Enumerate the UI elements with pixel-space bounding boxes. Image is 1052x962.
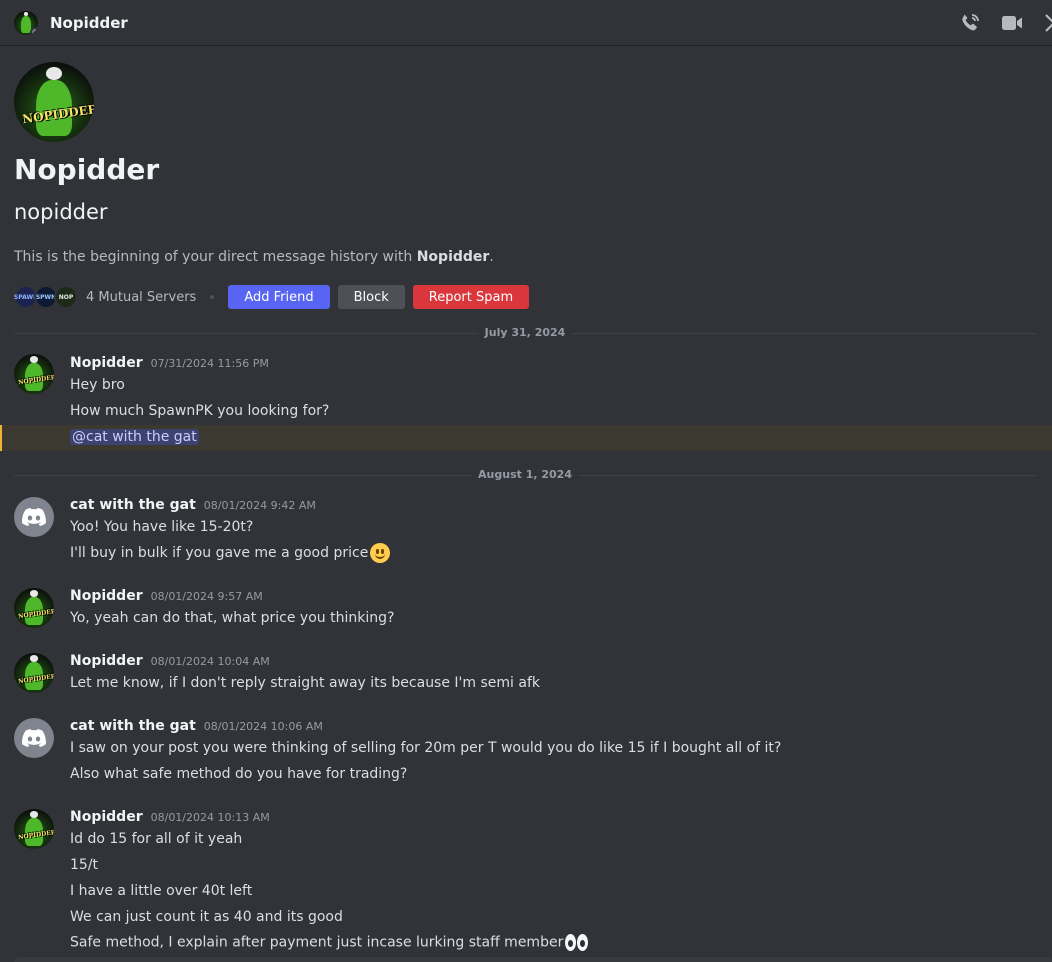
profile-intro: NOPIDDER	[14, 62, 94, 142]
message-text: How much SpawnPK you looking for?	[70, 403, 330, 419]
message-timestamp: 08/01/2024 9:57 AM	[150, 590, 263, 603]
header-avatar[interactable]	[14, 10, 38, 35]
block-button[interactable]: Block	[337, 285, 405, 309]
message-text: Id do 15 for all of it yeah	[70, 831, 243, 847]
eyes-emoji-icon	[565, 934, 589, 951]
message-header: cat with the gat 08/01/2024 9:42 AM	[70, 497, 316, 513]
message-header: Nopidder 08/01/2024 9:57 AM	[70, 588, 263, 604]
message-text: I saw on your post you were thinking of …	[70, 740, 782, 756]
author-avatar[interactable]: NOPIDDER	[14, 653, 54, 693]
author-name[interactable]: cat with the gat	[70, 718, 196, 734]
offline-status-icon	[30, 26, 38, 35]
discord-logo-icon	[22, 729, 46, 747]
author-name[interactable]: Nopidder	[70, 809, 143, 825]
message-text: Safe method, I explain after payment jus…	[70, 934, 589, 951]
message-header: Nopidder 08/01/2024 10:04 AM	[70, 653, 270, 669]
mutual-servers-row: SPAWN SPWN NOP 4 Mutual Servers Add Frie…	[14, 285, 537, 309]
author-avatar[interactable]	[14, 718, 54, 758]
message-timestamp: 08/01/2024 10:06 AM	[203, 720, 323, 733]
intro-description: This is the beginning of your direct mes…	[14, 249, 494, 265]
message-text: Yoo! You have like 15-20t?	[70, 519, 254, 535]
author-avatar[interactable]: NOPIDDER	[14, 588, 54, 628]
author-name[interactable]: cat with the gat	[70, 497, 196, 513]
author-avatar[interactable]	[14, 497, 54, 537]
report-spam-button[interactable]: Report Spam	[412, 285, 530, 309]
message-text: @cat with the gat	[70, 429, 199, 445]
profile-avatar[interactable]: NOPIDDER	[14, 62, 94, 142]
channel-header: Nopidder	[0, 0, 1052, 46]
message-text: Hey bro	[70, 377, 125, 393]
message-timestamp: 08/01/2024 9:42 AM	[203, 499, 316, 512]
channel-title: Nopidder	[50, 13, 128, 32]
add-friend-button[interactable]: Add Friend	[228, 285, 330, 309]
message-text: I'll buy in bulk if you gave me a good p…	[70, 543, 391, 563]
discord-logo-icon	[22, 508, 46, 526]
message-input-edge[interactable]	[14, 957, 1052, 962]
author-name[interactable]: Nopidder	[70, 653, 143, 669]
message-header: Nopidder 08/01/2024 10:13 AM	[70, 809, 270, 825]
user-mention[interactable]: @cat with the gat	[70, 429, 199, 445]
author-name[interactable]: Nopidder	[70, 588, 143, 604]
slightly-smiling-face-icon	[370, 543, 391, 563]
message-text: We can just count it as 40 and its good	[70, 909, 343, 925]
mutual-servers-link[interactable]: 4 Mutual Servers	[86, 290, 196, 305]
message-text: 15/t	[70, 857, 99, 873]
author-avatar[interactable]: NOPIDDER	[14, 809, 54, 849]
message-timestamp: 07/31/2024 11:56 PM	[150, 357, 269, 370]
message-text: Also what safe method do you have for tr…	[70, 766, 408, 782]
message-text: I have a little over 40t left	[70, 883, 253, 899]
author-name[interactable]: Nopidder	[70, 355, 143, 371]
message-header: Nopidder 07/31/2024 11:56 PM	[70, 355, 269, 371]
separator-dot	[210, 295, 215, 299]
message-header: cat with the gat 08/01/2024 10:06 AM	[70, 718, 323, 734]
profile-username: nopidder	[14, 200, 108, 224]
video-call-icon[interactable]	[1000, 11, 1024, 35]
server-icon: NOP	[54, 285, 78, 309]
profile-display-name: Nopidder	[14, 153, 160, 186]
author-avatar[interactable]: NOPIDDER	[14, 354, 54, 394]
mutual-server-icons[interactable]: SPAWN SPWN NOP	[14, 285, 78, 309]
phone-call-icon[interactable]	[958, 11, 982, 35]
message-text: Let me know, if I don't reply straight a…	[70, 675, 540, 691]
message-timestamp: 08/01/2024 10:04 AM	[150, 655, 270, 668]
date-divider: July 31, 2024	[14, 326, 1036, 339]
message-timestamp: 08/01/2024 10:13 AM	[150, 811, 270, 824]
pinned-messages-icon[interactable]	[1042, 11, 1052, 35]
message-text: Yo, yeah can do that, what price you thi…	[70, 610, 395, 626]
date-divider: August 1, 2024	[14, 468, 1036, 481]
